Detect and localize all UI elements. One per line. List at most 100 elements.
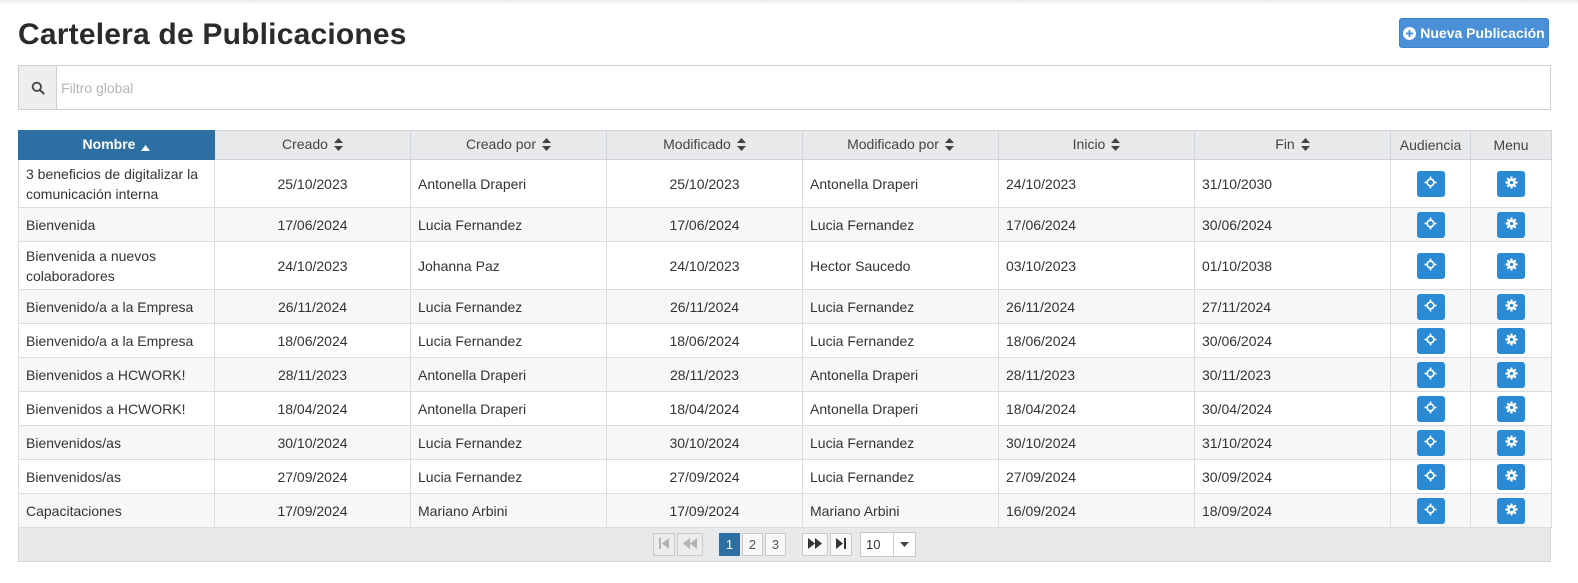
audiencia-button[interactable] (1416, 361, 1445, 388)
cell-fin: 31/10/2030 (1194, 159, 1391, 208)
column-header-modificado[interactable]: Modificado (606, 130, 803, 160)
crosshairs-icon (1424, 258, 1437, 274)
new-publication-label: Nueva Publicación (1420, 25, 1545, 41)
cell-modificado: 17/06/2024 (606, 207, 803, 242)
audiencia-button[interactable] (1416, 252, 1445, 279)
column-header-creado-por[interactable]: Creado por (410, 130, 607, 160)
audiencia-button[interactable] (1416, 395, 1445, 422)
cell-menu (1470, 459, 1552, 494)
menu-button[interactable] (1497, 395, 1525, 422)
gear-icon (1504, 468, 1518, 485)
column-label: Menu (1493, 137, 1529, 153)
page-button-2[interactable]: 2 (742, 533, 763, 556)
cell-audiencia (1390, 289, 1471, 324)
column-label: Inicio (1072, 136, 1106, 153)
cell-menu (1470, 207, 1552, 242)
publications-table: Nombre Creado Creado por Modificado Modi… (18, 130, 1552, 528)
cell-creado-por: Mariano Arbini (410, 493, 607, 528)
cell-creado: 28/11/2023 (214, 357, 411, 392)
cell-fin: 30/06/2024 (1194, 323, 1391, 358)
cell-audiencia (1390, 159, 1471, 208)
audiencia-button[interactable] (1416, 293, 1445, 320)
column-header-inicio[interactable]: Inicio (998, 130, 1195, 160)
column-header-fin[interactable]: Fin (1194, 130, 1391, 160)
cell-inicio: 30/10/2024 (998, 425, 1195, 460)
gear-icon (1504, 257, 1518, 274)
page-button-3[interactable]: 3 (765, 533, 786, 556)
cell-modificado-por: Lucia Fernandez (802, 289, 999, 324)
menu-button[interactable] (1497, 211, 1525, 238)
cell-modificado-por: Antonella Draperi (802, 391, 999, 426)
next-page-button[interactable] (802, 533, 828, 556)
first-page-button[interactable] (653, 533, 675, 556)
column-header-menu: Menu (1470, 130, 1552, 160)
cell-inicio: 24/10/2023 (998, 159, 1195, 208)
audiencia-button[interactable] (1416, 497, 1445, 524)
cell-modificado-por: Antonella Draperi (802, 357, 999, 392)
cell-menu (1470, 493, 1552, 528)
new-publication-button[interactable]: Nueva Publicación (1399, 18, 1549, 48)
header-row: Nombre Creado Creado por Modificado Modi… (18, 130, 1552, 160)
cell-inicio: 17/06/2024 (998, 207, 1195, 242)
global-filter (18, 65, 1551, 110)
global-filter-input[interactable] (57, 66, 1550, 109)
gear-icon (1504, 332, 1518, 349)
menu-button[interactable] (1497, 463, 1525, 490)
cell-audiencia (1390, 493, 1471, 528)
audiencia-button[interactable] (1416, 211, 1445, 238)
column-label: Nombre (82, 136, 136, 153)
cell-modificado-por: Lucia Fernandez (802, 425, 999, 460)
menu-button[interactable] (1497, 361, 1525, 388)
cell-audiencia (1390, 241, 1471, 290)
table-row: Bienvenido/a a la Empresa 26/11/2024 Lucia… (18, 289, 1552, 324)
audiencia-button[interactable] (1416, 463, 1445, 490)
crosshairs-icon (1424, 401, 1437, 417)
cell-fin: 18/09/2024 (1194, 493, 1391, 528)
menu-button[interactable] (1497, 252, 1525, 279)
audiencia-button[interactable] (1416, 170, 1445, 197)
cell-creado-por: Antonella Draperi (410, 357, 607, 392)
table-row: Bienvenido/a a la Empresa 18/06/2024 Lucia… (18, 323, 1552, 358)
menu-button[interactable] (1497, 429, 1525, 456)
sort-icon (333, 137, 343, 154)
cell-creado: 26/11/2024 (214, 289, 411, 324)
page-button-1[interactable]: 1 (719, 533, 740, 556)
crosshairs-icon (1424, 503, 1437, 519)
cell-menu (1470, 323, 1552, 358)
cell-fin: 30/06/2024 (1194, 207, 1391, 242)
last-page-button[interactable] (830, 533, 852, 556)
menu-button[interactable] (1497, 293, 1525, 320)
cell-modificado-por: Hector Saucedo (802, 241, 999, 290)
crosshairs-icon (1424, 299, 1437, 315)
column-label: Modificado (663, 136, 731, 153)
cell-menu (1470, 391, 1552, 426)
cell-creado-por: Lucia Fernandez (410, 207, 607, 242)
column-header-nombre[interactable]: Nombre (18, 130, 215, 160)
page-size-select[interactable]: 10 (860, 532, 916, 557)
cell-audiencia (1390, 357, 1471, 392)
table-row: Bienvenida 17/06/2024 Lucia Fernandez 17/06… (18, 207, 1552, 242)
cell-modificado-por: Lucia Fernandez (802, 323, 999, 358)
cell-creado-por: Lucia Fernandez (410, 459, 607, 494)
crosshairs-icon (1424, 333, 1437, 349)
cell-nombre: Bienvenidos/as (18, 459, 215, 494)
cell-creado-por: Antonella Draperi (410, 159, 607, 208)
previous-page-button[interactable] (677, 533, 703, 556)
menu-button[interactable] (1497, 170, 1525, 197)
column-header-modificado-por[interactable]: Modificado por (802, 130, 999, 160)
table-row: Capacitaciones 17/09/2024 Mariano Arbini 17… (18, 493, 1552, 528)
cell-creado: 24/10/2023 (214, 241, 411, 290)
cell-modificado: 17/09/2024 (606, 493, 803, 528)
cell-fin: 30/09/2024 (1194, 459, 1391, 494)
audiencia-button[interactable] (1416, 429, 1445, 456)
gear-icon (1504, 298, 1518, 315)
cell-menu (1470, 241, 1552, 290)
top-shadow (0, 0, 1578, 4)
menu-button[interactable] (1497, 327, 1525, 354)
pagination-bar: 123 10 (18, 528, 1551, 562)
menu-button[interactable] (1497, 497, 1525, 524)
column-header-creado[interactable]: Creado (214, 130, 411, 160)
audiencia-button[interactable] (1416, 327, 1445, 354)
cell-inicio: 26/11/2024 (998, 289, 1195, 324)
gear-icon (1504, 366, 1518, 383)
